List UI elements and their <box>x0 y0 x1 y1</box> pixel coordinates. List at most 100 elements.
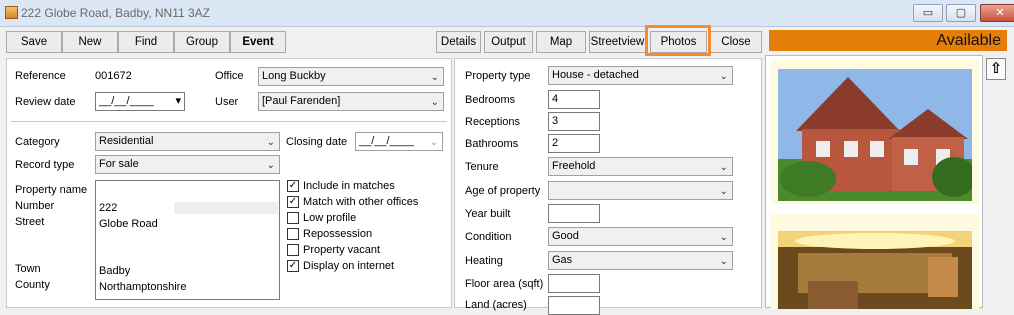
user-value: [Paul Farenden] <box>262 95 341 107</box>
town-label: Town <box>15 263 41 275</box>
close-button[interactable]: Close <box>710 31 762 53</box>
display-on-internet-label: Display on internet <box>303 260 395 272</box>
match-other-offices-label: Match with other offices <box>303 196 419 208</box>
age-label: Age of property <box>465 185 541 197</box>
land-label: Land (acres) <box>465 299 527 311</box>
property-name-label: Property name <box>15 184 88 196</box>
street-value: Globe Road <box>99 218 158 230</box>
middle-panel: Property type House - detached ⌄ Bedrooms… <box>454 58 762 315</box>
dropdown-arrow-icon: ▾ <box>175 95 181 107</box>
closing-date-value: __/__/____ <box>359 135 415 147</box>
display-on-internet-checkbox[interactable]: ✓ <box>287 260 299 272</box>
house-interior-photo[interactable] <box>778 231 972 309</box>
closing-date-label: Closing date <box>286 136 348 148</box>
include-in-matches-label: Include in matches <box>303 180 395 192</box>
save-button[interactable]: Save <box>6 31 62 53</box>
reference-label: Reference <box>15 70 66 82</box>
chevron-down-icon: ⌄ <box>719 162 728 173</box>
record-type-value: For sale <box>99 158 139 170</box>
chevron-down-icon: ⌄ <box>430 72 439 83</box>
review-date-label: Review date <box>15 96 76 108</box>
year-built-label: Year built <box>465 208 511 220</box>
group-button[interactable]: Group <box>174 31 230 53</box>
maximize-button[interactable]: ▢ <box>946 4 976 22</box>
category-value: Residential <box>99 135 154 147</box>
window-title: 222 Globe Road, Badby, NN11 3AZ <box>21 6 210 20</box>
number-value: 222 <box>99 202 118 214</box>
office-value: Long Buckby <box>262 70 326 82</box>
heating-label: Heating <box>465 255 503 267</box>
town-value: Badby <box>99 265 131 277</box>
tenure-value: Freehold <box>552 160 596 172</box>
new-button[interactable]: New <box>62 31 118 53</box>
year-built-input[interactable] <box>548 204 600 223</box>
land-input[interactable] <box>548 296 600 315</box>
county-label: County <box>15 279 50 291</box>
property-type-select[interactable]: House - detached ⌄ <box>548 66 733 85</box>
find-button[interactable]: Find <box>118 31 174 53</box>
minimize-button[interactable]: ▭ <box>913 4 943 22</box>
output-button[interactable]: Output <box>484 31 533 53</box>
streetview-button[interactable]: Streetview <box>589 31 646 53</box>
tenure-select[interactable]: Freehold ⌄ <box>548 157 733 176</box>
office-select[interactable]: Long Buckby ⌄ <box>258 67 444 86</box>
condition-label: Condition <box>465 231 512 243</box>
left-panel: Reference 001672 Office Long Buckby ⌄ Rev… <box>6 58 452 308</box>
house-exterior-photo[interactable] <box>778 69 972 201</box>
status-badge: Available <box>769 30 1007 51</box>
low-profile-label: Low profile <box>303 212 357 224</box>
bathrooms-label: Bathrooms <box>465 138 519 150</box>
low-profile-checkbox[interactable] <box>287 212 299 224</box>
chevron-down-icon: ⌄ <box>266 160 275 171</box>
category-select[interactable]: Residential ⌄ <box>95 132 280 151</box>
chevron-down-icon: ⌄ <box>719 256 728 267</box>
floor-area-input[interactable] <box>548 274 600 293</box>
property-type-label: Property type <box>465 70 531 82</box>
property-vacant-checkbox[interactable] <box>287 244 299 256</box>
closing-date-input[interactable]: __/__/____ ⌄ <box>355 132 443 151</box>
tenure-label: Tenure <box>465 161 499 173</box>
bedrooms-label: Bedrooms <box>465 94 516 106</box>
condition-select[interactable]: Good ⌄ <box>548 227 733 246</box>
office-label: Office <box>215 70 244 82</box>
match-other-offices-checkbox[interactable]: ✓ <box>287 196 299 208</box>
bathrooms-input[interactable]: 2 <box>548 134 600 153</box>
chevron-down-icon: ⌄ <box>719 71 728 82</box>
photos-highlight <box>645 25 711 56</box>
user-label: User <box>215 96 239 108</box>
age-select[interactable]: ⌄ <box>548 181 733 200</box>
receptions-label: Receptions <box>465 116 521 128</box>
receptions-input[interactable]: 3 <box>548 112 600 131</box>
user-select[interactable]: [Paul Farenden] ⌄ <box>258 92 444 111</box>
chevron-down-icon: ⌄ <box>430 97 439 108</box>
app-icon <box>5 6 18 19</box>
title-bar: 222 Globe Road, Badby, NN11 3AZ ▭ ▢ ✕ <box>0 0 1014 27</box>
details-button[interactable]: Details <box>436 31 481 53</box>
heating-select[interactable]: Gas ⌄ <box>548 251 733 270</box>
street-label: Street <box>15 216 45 228</box>
map-button[interactable]: Map <box>536 31 586 53</box>
review-date-value: __/__/____ <box>99 95 155 107</box>
heating-value: Gas <box>552 254 573 266</box>
divider <box>11 121 447 122</box>
record-type-select[interactable]: For sale ⌄ <box>95 155 280 174</box>
condition-value: Good <box>552 230 579 242</box>
move-up-icon[interactable]: ⇧ <box>986 58 1006 80</box>
photo-panel <box>765 55 983 309</box>
review-date-input[interactable]: __/__/____ ▾ <box>95 92 185 111</box>
include-in-matches-checkbox[interactable]: ✓ <box>287 180 299 192</box>
bedrooms-input[interactable]: 4 <box>548 90 600 109</box>
chevron-down-icon: ⌄ <box>719 186 728 197</box>
county-value: Northamptonshire <box>99 281 187 293</box>
chevron-down-icon: ⌄ <box>266 137 275 148</box>
floor-area-label: Floor area (sqft) <box>465 278 544 290</box>
record-type-label: Record type <box>15 159 75 171</box>
event-button[interactable]: Event <box>230 31 286 53</box>
property-vacant-label: Property vacant <box>303 244 381 256</box>
address-box[interactable]: 222 Globe Road Badby Northamptonshire <box>95 180 280 300</box>
repossession-checkbox[interactable] <box>287 228 299 240</box>
close-window-button[interactable]: ✕ <box>980 4 1014 22</box>
repossession-label: Repossession <box>303 228 373 240</box>
redacted-field <box>174 202 278 214</box>
chevron-down-icon: ⌄ <box>719 232 728 243</box>
